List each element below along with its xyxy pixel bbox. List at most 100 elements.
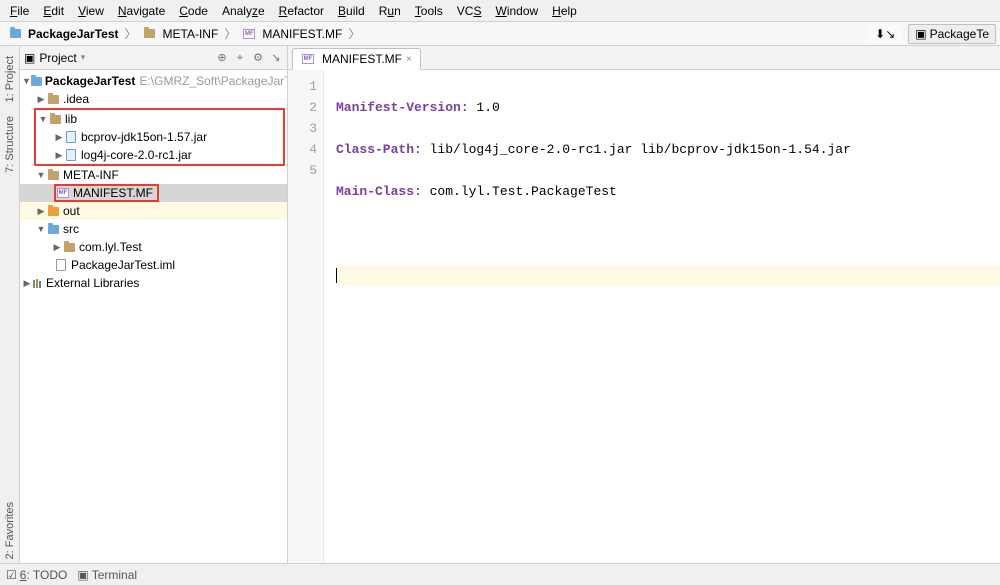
menu-build[interactable]: Build	[332, 2, 371, 20]
dropdown-icon[interactable]: ▾	[81, 52, 86, 63]
menu-run[interactable]: Run	[373, 2, 407, 20]
tree-label: lib	[65, 112, 77, 126]
expand-icon[interactable]: ▶	[36, 206, 46, 217]
editor-tab-manifest[interactable]: MF MANIFEST.MF ×	[292, 48, 421, 70]
hide-icon[interactable]: ↘	[269, 51, 283, 65]
editor-body[interactable]: 1 2 3 4 5 Manifest-Version: 1.0 Class-Pa…	[288, 70, 1000, 563]
manifest-icon: MF	[243, 29, 255, 39]
chevron-right-icon: 〉	[123, 25, 139, 42]
menu-help[interactable]: Help	[546, 2, 583, 20]
expand-icon[interactable]: ▼	[22, 76, 31, 86]
folder-icon	[48, 171, 59, 180]
menu-vcs[interactable]: VCS	[451, 2, 488, 20]
tree-manifest[interactable]: MF MANIFEST.MF	[20, 184, 287, 202]
menu-tools[interactable]: Tools	[409, 2, 449, 20]
folder-icon	[10, 29, 21, 38]
manifest-icon: MF	[302, 54, 314, 64]
vtab-structure[interactable]: 7: Structure	[4, 112, 16, 177]
tree-label: PackageJarTest	[45, 74, 136, 88]
nav-right: ⬇↘ ▣ PackageTe	[868, 24, 996, 44]
menu-navigate[interactable]: Navigate	[112, 2, 171, 20]
vtab-favorites[interactable]: 2: Favorites	[4, 498, 16, 563]
expand-icon[interactable]: ▶	[22, 278, 32, 289]
expand-icon[interactable]: ▶	[54, 132, 64, 143]
tree-external-libraries[interactable]: ▶ External Libraries	[20, 274, 287, 292]
code-area[interactable]: Manifest-Version: 1.0 Class-Path: lib/lo…	[324, 70, 1000, 563]
navigation-bar: PackageJarTest 〉 META-INF 〉 MF MANIFEST.…	[0, 22, 1000, 46]
module-icon	[31, 77, 42, 86]
crumb-manifest[interactable]: MF MANIFEST.MF	[238, 27, 346, 41]
tree-label: com.lyl.Test	[79, 240, 142, 254]
tree-jar-log4j[interactable]: ▶ log4j-core-2.0-rc1.jar	[36, 146, 283, 164]
gear-icon[interactable]: ⚙	[251, 51, 265, 65]
manifest-icon: MF	[57, 188, 69, 198]
crumb-metainf[interactable]: META-INF	[139, 27, 223, 41]
run-config-dropdown[interactable]: ▣ PackageTe	[908, 24, 996, 44]
source-folder-icon	[48, 225, 59, 234]
tree-label: bcprov-jdk15on-1.57.jar	[81, 130, 207, 144]
tree-lib[interactable]: ▼ lib	[36, 110, 283, 128]
menu-file[interactable]: File	[4, 2, 35, 20]
tree-package[interactable]: ▶ com.lyl.Test	[20, 238, 287, 256]
vtab-project[interactable]: 1: Project	[4, 52, 16, 106]
expand-icon[interactable]: ▶	[52, 242, 62, 253]
terminal-icon: ▣	[77, 568, 88, 582]
package-icon	[64, 243, 75, 252]
file-icon	[56, 259, 66, 271]
panel-title-text[interactable]: Project	[39, 51, 76, 65]
collapse-icon[interactable]: ⊕	[215, 51, 229, 65]
menu-edit[interactable]: Edit	[37, 2, 70, 20]
panel-header: ▣ Project ▾ ⊕ ⌖ ⚙ ↘	[20, 46, 287, 70]
tree-label: PackageJarTest.iml	[71, 258, 175, 272]
tree-metainf[interactable]: ▼ META-INF	[20, 166, 287, 184]
run-config-label: PackageTe	[930, 27, 989, 41]
project-tool-window: ▣ Project ▾ ⊕ ⌖ ⚙ ↘ ▼ PackageJarTest E:\…	[20, 46, 288, 563]
project-tree[interactable]: ▼ PackageJarTest E:\GMRZ_Soft\PackageJar…	[20, 70, 287, 563]
expand-icon[interactable]: ▶	[54, 150, 64, 161]
project-icon: ▣	[24, 51, 35, 65]
make-button[interactable]: ⬇↘	[868, 24, 902, 44]
editor-tabs: MF MANIFEST.MF ×	[288, 46, 1000, 70]
line-number: 5	[288, 160, 317, 181]
jar-icon	[66, 131, 76, 143]
folder-icon	[48, 207, 59, 216]
menu-view[interactable]: View	[72, 2, 110, 20]
highlight-box-lib: ▼ lib ▶ bcprov-jdk15on-1.57.jar ▶ log4j-…	[34, 108, 285, 166]
menu-window[interactable]: Window	[489, 2, 544, 20]
status-terminal[interactable]: ▣ Terminal	[77, 568, 137, 582]
expand-icon[interactable]: ▶	[36, 94, 46, 105]
crumb-root[interactable]: PackageJarTest	[4, 27, 123, 41]
line-number: 2	[288, 97, 317, 118]
expand-icon[interactable]: ▼	[36, 224, 46, 234]
tree-iml[interactable]: PackageJarTest.iml	[20, 256, 287, 274]
gutter: 1 2 3 4 5	[288, 70, 324, 563]
menu-bar: File Edit View Navigate Code Analyze Ref…	[0, 0, 1000, 22]
tree-label: out	[63, 204, 80, 218]
chevron-right-icon: 〉	[346, 25, 362, 42]
tree-jar-bcprov[interactable]: ▶ bcprov-jdk15on-1.57.jar	[36, 128, 283, 146]
tree-label: src	[63, 222, 79, 236]
close-icon[interactable]: ×	[406, 54, 412, 65]
tab-label: MANIFEST.MF	[322, 52, 402, 66]
tree-label: log4j-core-2.0-rc1.jar	[81, 148, 192, 162]
tree-idea[interactable]: ▶ .idea	[20, 90, 287, 108]
libraries-icon	[32, 278, 43, 289]
expand-icon[interactable]: ▼	[36, 170, 46, 180]
tree-src[interactable]: ▼ src	[20, 220, 287, 238]
status-todo[interactable]: ☑ 6: TODO	[6, 568, 67, 582]
expand-icon[interactable]: ▼	[38, 114, 48, 124]
jar-icon	[66, 149, 76, 161]
todo-icon: ☑	[6, 568, 17, 582]
status-label: Terminal	[92, 568, 137, 582]
menu-analyze[interactable]: Analyze	[216, 2, 271, 20]
chevron-right-icon: 〉	[222, 25, 238, 42]
tree-label: META-INF	[63, 168, 119, 182]
menu-code[interactable]: Code	[173, 2, 214, 20]
menu-refactor[interactable]: Refactor	[273, 2, 330, 20]
tree-out[interactable]: ▶ out	[20, 202, 287, 220]
status-bar: ☑ 6: TODO ▣ Terminal	[0, 563, 1000, 585]
target-icon[interactable]: ⌖	[233, 51, 247, 65]
tree-root[interactable]: ▼ PackageJarTest E:\GMRZ_Soft\PackageJar…	[20, 72, 287, 90]
tree-label: .idea	[63, 92, 89, 106]
tree-path: E:\GMRZ_Soft\PackageJarTest	[139, 74, 287, 88]
